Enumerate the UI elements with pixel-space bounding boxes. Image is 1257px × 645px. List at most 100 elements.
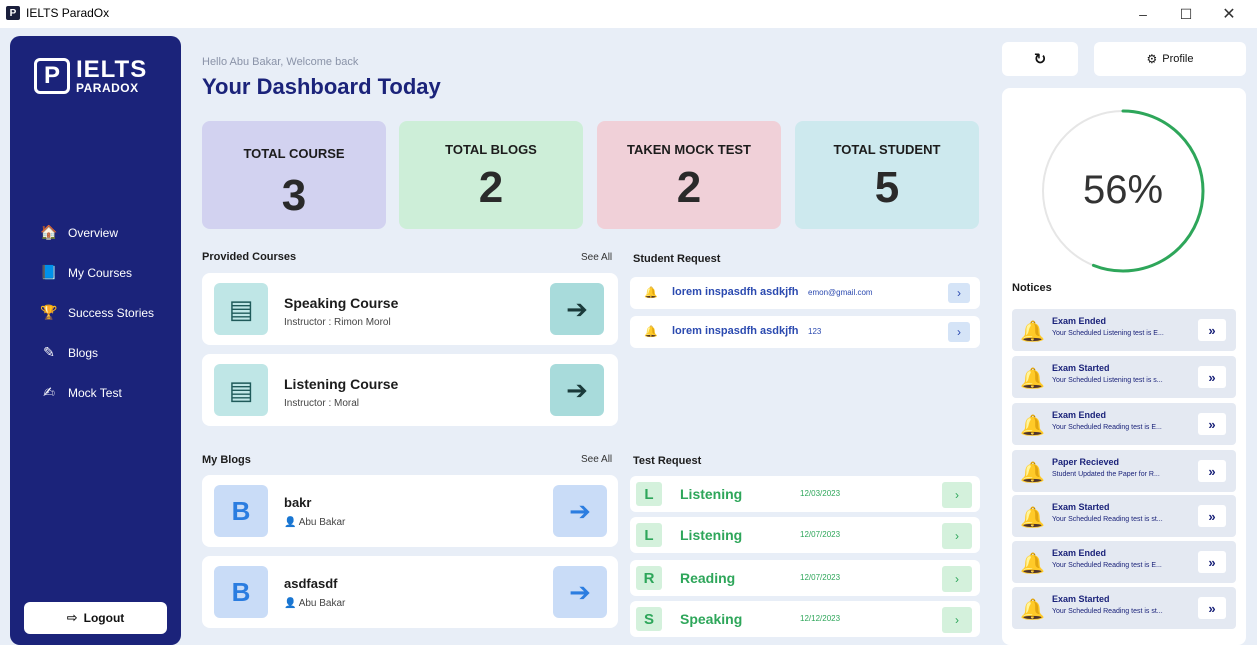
stat-card-taken-mock-test: TAKEN MOCK TEST 2: [597, 121, 781, 229]
open-blog-button[interactable]: ➔: [553, 485, 607, 537]
notice-item[interactable]: 🔔 Exam Started Your Scheduled Reading te…: [1012, 587, 1236, 629]
refresh-button[interactable]: ↻: [1002, 42, 1078, 76]
course-card[interactable]: ▤ Listening Course Instructor : Moral ➔: [202, 354, 618, 426]
bell-icon: 🔔: [1020, 415, 1045, 437]
my-blogs-see-all-link[interactable]: See All: [581, 454, 612, 465]
test-name: Listening: [680, 486, 743, 502]
book-icon: ▤: [214, 283, 268, 335]
notice-item[interactable]: 🔔 Exam Ended Your Scheduled Listening te…: [1012, 309, 1236, 351]
open-notice-button[interactable]: »: [1198, 413, 1226, 435]
course-instructor: Instructor : Rimon Morol: [284, 317, 391, 328]
test-request-heading: Test Request: [633, 455, 702, 467]
refresh-icon: ↻: [1033, 51, 1047, 68]
test-request-item[interactable]: L Listening 12/07/2023 ›: [630, 517, 980, 553]
stat-label: TOTAL STUDENT: [833, 142, 941, 157]
student-request-heading: Student Request: [633, 253, 721, 265]
blog-author: 👤 Abu Bakar: [284, 598, 346, 609]
blog-author: 👤 Abu Bakar: [284, 517, 346, 528]
open-notice-button[interactable]: »: [1198, 366, 1226, 388]
blog-card[interactable]: B asdfasdf 👤 Abu Bakar ➔: [202, 556, 618, 628]
sidebar-item-overview[interactable]: 🏠 Overview: [40, 224, 118, 241]
right-panel: 56% Notices 🔔 Exam Ended Your Scheduled …: [1002, 88, 1246, 645]
notice-title: Exam Ended: [1052, 548, 1107, 558]
book-icon: 📘: [40, 264, 58, 280]
course-title: Speaking Course: [284, 295, 399, 311]
bell-icon: 🔔: [1020, 321, 1045, 343]
sidebar-item-label: My Courses: [68, 265, 133, 280]
notice-title: Exam Started: [1052, 502, 1110, 512]
notice-title: Exam Ended: [1052, 316, 1107, 326]
bell-icon: 🔔: [1020, 599, 1045, 621]
notice-item[interactable]: 🔔 Exam Ended Your Scheduled Reading test…: [1012, 403, 1236, 445]
notice-item[interactable]: 🔔 Paper Recieved Student Updated the Pap…: [1012, 450, 1236, 492]
test-type-badge: L: [636, 523, 662, 547]
notice-description: Your Scheduled Reading test is E...: [1052, 562, 1162, 569]
blog-card[interactable]: B bakr 👤 Abu Bakar ➔: [202, 475, 618, 547]
test-request-item[interactable]: S Speaking 12/12/2023 ›: [630, 601, 980, 637]
open-notice-button[interactable]: »: [1198, 319, 1226, 341]
sidebar-item-mock-test[interactable]: ✍ Mock Test: [40, 384, 122, 401]
stat-card-total-blogs: TOTAL BLOGS 2: [399, 121, 583, 229]
open-test-button[interactable]: ›: [942, 607, 972, 633]
open-request-button[interactable]: ›: [948, 283, 970, 303]
bell-icon: 🔔: [644, 326, 658, 338]
close-button[interactable]: ✕: [1209, 0, 1249, 28]
notice-item[interactable]: 🔔 Exam Ended Your Scheduled Reading test…: [1012, 541, 1236, 583]
provided-courses-see-all-link[interactable]: See All: [581, 252, 612, 263]
open-notice-button[interactable]: »: [1198, 460, 1226, 482]
sidebar-item-my-courses[interactable]: 📘 My Courses: [40, 264, 132, 281]
open-test-button[interactable]: ›: [942, 482, 972, 508]
stat-value: 5: [874, 163, 900, 212]
sidebar-item-blogs[interactable]: ✎ Blogs: [40, 344, 98, 361]
profile-label: Profile: [1162, 53, 1194, 65]
stat-card-total-student: TOTAL STUDENT 5: [795, 121, 979, 229]
open-test-button[interactable]: ›: [942, 523, 972, 549]
logout-button[interactable]: ⇨ Logout: [24, 602, 167, 634]
open-request-button[interactable]: ›: [948, 322, 970, 342]
test-type-badge: L: [636, 482, 662, 506]
arrow-right-icon: ➔: [569, 576, 591, 607]
student-request-item[interactable]: 🔔 lorem inspasdfh asdkjfh 123 ›: [630, 316, 980, 348]
provided-courses-heading: Provided Courses: [202, 251, 297, 263]
test-date: 12/03/2023: [800, 489, 841, 498]
page-title: Your Dashboard Today: [202, 74, 441, 99]
blog-letter-avatar: B: [214, 485, 268, 537]
open-course-button[interactable]: ➔: [550, 283, 604, 335]
open-course-button[interactable]: ➔: [550, 364, 604, 416]
book-icon: ▤: [214, 364, 268, 416]
test-type-badge: S: [636, 607, 662, 631]
open-notice-button[interactable]: »: [1198, 505, 1226, 527]
user-icon: 👤: [284, 598, 299, 609]
test-request-item[interactable]: L Listening 12/03/2023 ›: [630, 476, 980, 512]
sidebar-item-label: Success Stories: [68, 305, 155, 320]
test-name: Listening: [680, 527, 743, 543]
test-request-item[interactable]: R Reading 12/07/2023 ›: [630, 560, 980, 596]
logo-subtext: PARADOX: [76, 81, 139, 95]
notice-title: Paper Recieved: [1052, 457, 1120, 467]
logout-icon: ⇨: [66, 610, 78, 625]
sidebar-item-label: Mock Test: [68, 385, 122, 400]
notices-heading: Notices: [1012, 282, 1052, 294]
notice-description: Your Scheduled Reading test is E...: [1052, 424, 1162, 431]
arrow-right-icon: ➔: [569, 495, 591, 526]
notice-item[interactable]: 🔔 Exam Started Your Scheduled Reading te…: [1012, 495, 1236, 537]
pen-icon: ✍: [43, 384, 55, 400]
sidebar-item-success-stories[interactable]: 🏆 Success Stories: [40, 304, 154, 321]
student-request-item[interactable]: 🔔 lorem inspasdfh asdkjfh emon@gmail.com…: [630, 277, 980, 309]
minimize-button[interactable]: –: [1123, 0, 1163, 28]
request-detail: 123: [808, 327, 822, 336]
open-blog-button[interactable]: ➔: [553, 566, 607, 618]
open-notice-button[interactable]: »: [1198, 551, 1226, 573]
test-name: Reading: [680, 570, 736, 586]
my-blogs-heading: My Blogs: [202, 454, 251, 466]
bell-icon: 🔔: [1020, 368, 1045, 390]
arrow-right-icon: ➔: [566, 374, 588, 405]
profile-button[interactable]: ⚙ Profile: [1094, 42, 1246, 76]
maximize-button[interactable]: ☐: [1166, 0, 1206, 28]
course-card[interactable]: ▤ Speaking Course Instructor : Rimon Mor…: [202, 273, 618, 345]
user-icon: 👤: [284, 517, 299, 528]
open-test-button[interactable]: ›: [942, 566, 972, 592]
notice-item[interactable]: 🔔 Exam Started Your Scheduled Listening …: [1012, 356, 1236, 398]
stat-label: TOTAL COURSE: [243, 146, 345, 161]
open-notice-button[interactable]: »: [1198, 597, 1226, 619]
